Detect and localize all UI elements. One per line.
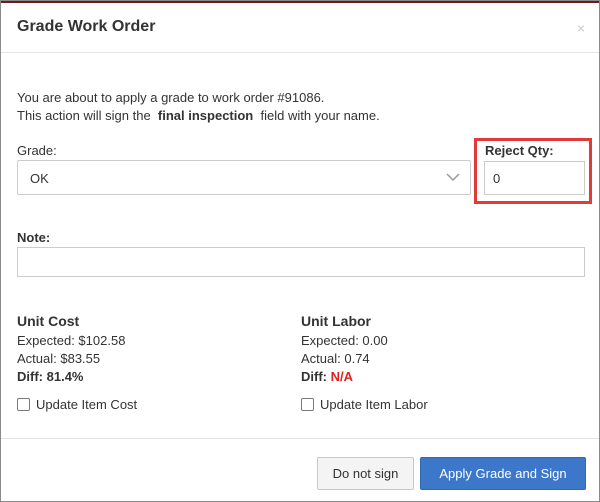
update-item-labor-label[interactable]: Update Item Labor	[320, 397, 428, 412]
reject-qty-label: Reject Qty:	[485, 143, 554, 158]
unit-labor-actual: Actual: 0.74	[301, 351, 370, 366]
unit-labor-diff: Diff: N/A	[301, 369, 353, 384]
unit-cost-title: Unit Cost	[17, 313, 80, 329]
reject-qty-input[interactable]: 0	[484, 161, 585, 195]
intro-line-2: This action will sign the final inspecti…	[17, 107, 380, 125]
unit-labor-diff-value: N/A	[330, 369, 354, 384]
unit-cost-actual: Actual: $83.55	[17, 351, 101, 366]
update-item-cost-label[interactable]: Update Item Cost	[36, 397, 137, 412]
apply-grade-and-sign-button[interactable]: Apply Grade and Sign	[420, 457, 586, 490]
close-icon[interactable]: ×	[577, 21, 585, 35]
update-item-labor-checkbox[interactable]	[301, 398, 314, 411]
do-not-sign-button[interactable]: Do not sign	[317, 457, 414, 490]
grade-label: Grade:	[17, 143, 57, 158]
reject-qty-value: 0	[493, 171, 501, 186]
grade-selected-value: OK	[30, 171, 49, 186]
unit-cost-diff-value: 81.4%	[46, 369, 84, 384]
unit-labor-title: Unit Labor	[301, 313, 371, 329]
note-label: Note:	[17, 230, 51, 245]
grade-select[interactable]: OK	[17, 160, 471, 195]
intro-line-2-bold: final inspection	[157, 108, 254, 123]
grade-work-order-dialog: Grade Work Order × You are about to appl…	[0, 0, 600, 502]
unit-cost-diff-label: Diff:	[17, 369, 43, 384]
unit-cost-expected: Expected: $102.58	[17, 333, 126, 348]
unit-labor-expected: Expected: 0.00	[301, 333, 388, 348]
intro-line-1: You are about to apply a grade to work o…	[17, 90, 325, 105]
unit-labor-diff-label: Diff:	[301, 369, 327, 384]
update-item-labor-row[interactable]: Update Item Labor	[301, 397, 428, 412]
note-input[interactable]	[17, 247, 585, 277]
update-item-cost-checkbox[interactable]	[17, 398, 30, 411]
dialog-footer: Do not sign Apply Grade and Sign	[1, 438, 599, 501]
intro-text: You are about to apply a grade to work o…	[17, 89, 380, 125]
intro-line-2-suffix: field with your name.	[260, 108, 380, 123]
update-item-cost-row[interactable]: Update Item Cost	[17, 397, 137, 412]
dialog-header: Grade Work Order ×	[1, 3, 599, 53]
intro-line-2-prefix: This action will sign the	[17, 108, 151, 123]
dialog-title: Grade Work Order	[17, 18, 156, 35]
chevron-down-icon	[446, 173, 460, 182]
unit-cost-diff: Diff: 81.4%	[17, 369, 84, 384]
